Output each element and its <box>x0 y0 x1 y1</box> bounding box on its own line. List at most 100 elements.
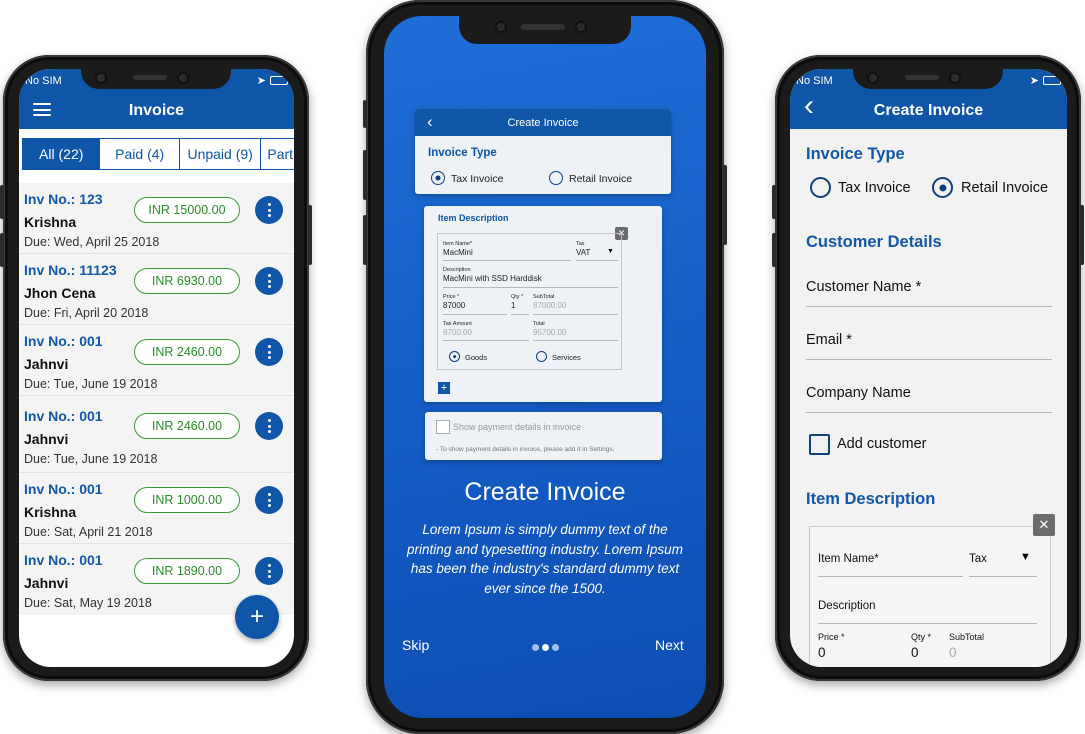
add-invoice-button[interactable]: + <box>235 595 279 639</box>
retail-invoice-radio[interactable] <box>932 177 953 198</box>
tax-invoice-radio[interactable] <box>810 177 831 198</box>
battery-icon <box>270 76 288 85</box>
show-payment-checkbox[interactable] <box>436 420 450 434</box>
phone-notch <box>853 69 1003 89</box>
more-vertical-icon[interactable] <box>255 267 283 295</box>
preview-invoice-type-heading: Invoice Type <box>428 147 497 159</box>
location-icon: ➤ <box>1029 75 1039 87</box>
due-date: Due: Tue, June 19 2018 <box>24 452 158 466</box>
invoice-number: Inv No.: 11123 <box>24 262 117 278</box>
preview-title: Create Invoice <box>507 116 579 129</box>
description-field[interactable]: Description <box>818 600 876 612</box>
list-item[interactable]: Inv No.: 001 Krishna Due: Sat, April 21 … <box>19 473 294 544</box>
amount-badge: INR 1000.00 <box>134 487 240 513</box>
more-vertical-icon[interactable] <box>255 486 283 514</box>
battery-icon <box>1043 76 1061 85</box>
retail-invoice-label: Retail Invoice <box>961 180 1049 196</box>
back-arrow-icon: ‹ <box>427 112 433 131</box>
more-vertical-icon[interactable] <box>255 196 283 224</box>
hero-title: Create Invoice <box>464 478 626 506</box>
invoice-number: Inv No.: 001 <box>24 552 103 568</box>
power-button <box>308 205 312 265</box>
list-item[interactable]: Inv No.: 123 Krishna Due: Wed, April 25 … <box>19 183 294 254</box>
customer-name: Krishna <box>24 504 77 520</box>
phone-notch <box>81 69 231 89</box>
phone-invoice-list: No SIM ➤ Invoice All (22) Paid (4) Unpai… <box>0 55 312 681</box>
next-button[interactable]: Next <box>655 637 684 653</box>
tax-value[interactable]: VAT <box>576 248 590 257</box>
preview-payment-card: Show payment details in invoice - To sho… <box>425 412 662 460</box>
power-button <box>723 165 727 245</box>
retail-invoice-label: Retail Invoice <box>569 173 633 185</box>
more-vertical-icon[interactable] <box>255 338 283 366</box>
customer-name: Jahnvi <box>24 431 69 447</box>
page-title: Create Invoice <box>873 102 984 119</box>
customer-name: Jahnvi <box>24 575 69 591</box>
qty-label: Qty * <box>511 294 524 300</box>
qty-value[interactable]: 1 <box>511 301 515 310</box>
item-name-value[interactable]: MacMini <box>443 248 473 257</box>
customer-name: Jahnvi <box>24 356 69 372</box>
total-label: Total <box>533 321 545 327</box>
customer-name: Jhon Cena <box>24 285 96 301</box>
volume-button <box>363 150 367 200</box>
due-date: Due: Tue, June 19 2018 <box>24 377 158 391</box>
tab-unpaid[interactable]: Unpaid (9) <box>180 139 262 169</box>
due-date: Due: Sat, April 21 2018 <box>24 525 153 539</box>
hero-description: Lorem Ipsum is simply dummy text of the … <box>407 522 683 596</box>
tax-invoice-radio[interactable] <box>431 171 445 185</box>
add-item-button[interactable]: + <box>438 382 450 394</box>
subtotal-label: SubTotal <box>533 294 555 300</box>
preview-app-bar: ‹ Create Invoice <box>415 109 671 136</box>
amount-badge: INR 2460.00 <box>134 339 240 365</box>
amount-badge: INR 1890.00 <box>134 558 240 584</box>
tax-invoice-label: Tax Invoice <box>451 173 504 185</box>
add-customer-checkbox[interactable] <box>809 434 830 455</box>
company-name-field[interactable]: Company Name <box>806 385 911 401</box>
volume-button <box>772 233 776 267</box>
item-name-field[interactable]: Item Name* <box>818 553 879 565</box>
dropdown-arrow-icon: ▼ <box>607 248 614 255</box>
invoice-type-heading: Invoice Type <box>806 145 905 163</box>
item-name-label: Item Name* <box>443 241 473 247</box>
list-item[interactable]: Inv No.: 11123 Jhon Cena Due: Fri, April… <box>19 254 294 325</box>
preview-invoice-type-card: ‹ Create Invoice Invoice Type Tax Invoic… <box>415 109 671 194</box>
subtotal-value: 87000.00 <box>533 301 567 310</box>
tab-partial[interactable]: Part <box>261 139 294 169</box>
retail-invoice-radio[interactable] <box>549 171 563 185</box>
tax-amount-value: 8700.00 <box>443 328 472 337</box>
due-date: Due: Sat, May 19 2018 <box>24 596 152 610</box>
phone-create-invoice: No SIM ➤ ‹ Create Invoice Invoice Type T… <box>772 55 1084 681</box>
item-description-heading: Item Description <box>806 490 936 508</box>
description-value[interactable]: MacMini with SSD Harddisk <box>443 274 542 283</box>
dropdown-arrow-icon[interactable]: ▼ <box>1020 551 1031 563</box>
list-item[interactable]: Inv No.: 001 Jahnvi Due: Tue, June 19 20… <box>19 396 294 473</box>
volume-button <box>0 233 4 267</box>
customer-name: Krishna <box>24 214 77 230</box>
tax-select[interactable]: Tax <box>969 553 987 565</box>
subtotal-label: SubTotal <box>949 632 985 642</box>
skip-button[interactable]: Skip <box>402 637 429 653</box>
tab-paid[interactable]: Paid (4) <box>100 139 180 169</box>
more-vertical-icon[interactable] <box>255 557 283 585</box>
more-vertical-icon[interactable] <box>255 412 283 440</box>
email-field[interactable]: Email * <box>806 332 852 348</box>
tab-all[interactable]: All (22) <box>23 139 101 169</box>
preview-item-description-heading: Item Description <box>438 213 509 223</box>
due-date: Due: Wed, April 25 2018 <box>24 235 160 249</box>
price-value[interactable]: 87000 <box>443 301 465 310</box>
tax-label: Tax <box>576 241 585 247</box>
price-value[interactable]: 0 <box>818 645 826 660</box>
qty-value[interactable]: 0 <box>911 645 919 660</box>
list-item[interactable]: Inv No.: 001 Jahnvi Due: Tue, June 19 20… <box>19 325 294 396</box>
invoice-number: Inv No.: 001 <box>24 333 103 349</box>
customer-name-field[interactable]: Customer Name * <box>806 279 921 295</box>
tax-amount-label: Tax Amount <box>443 321 472 327</box>
preview-item-form: Item Name* MacMini Tax VAT ▼ Description… <box>437 233 622 370</box>
phone-onboarding: ‹ Create Invoice Invoice Type Tax Invoic… <box>363 0 727 734</box>
close-icon[interactable]: ✕ <box>1033 514 1055 536</box>
goods-radio[interactable] <box>449 351 460 362</box>
services-radio[interactable] <box>536 351 547 362</box>
carrier-label: No SIM <box>25 75 62 87</box>
invoice-list: Inv No.: 123 Krishna Due: Wed, April 25 … <box>19 183 294 615</box>
